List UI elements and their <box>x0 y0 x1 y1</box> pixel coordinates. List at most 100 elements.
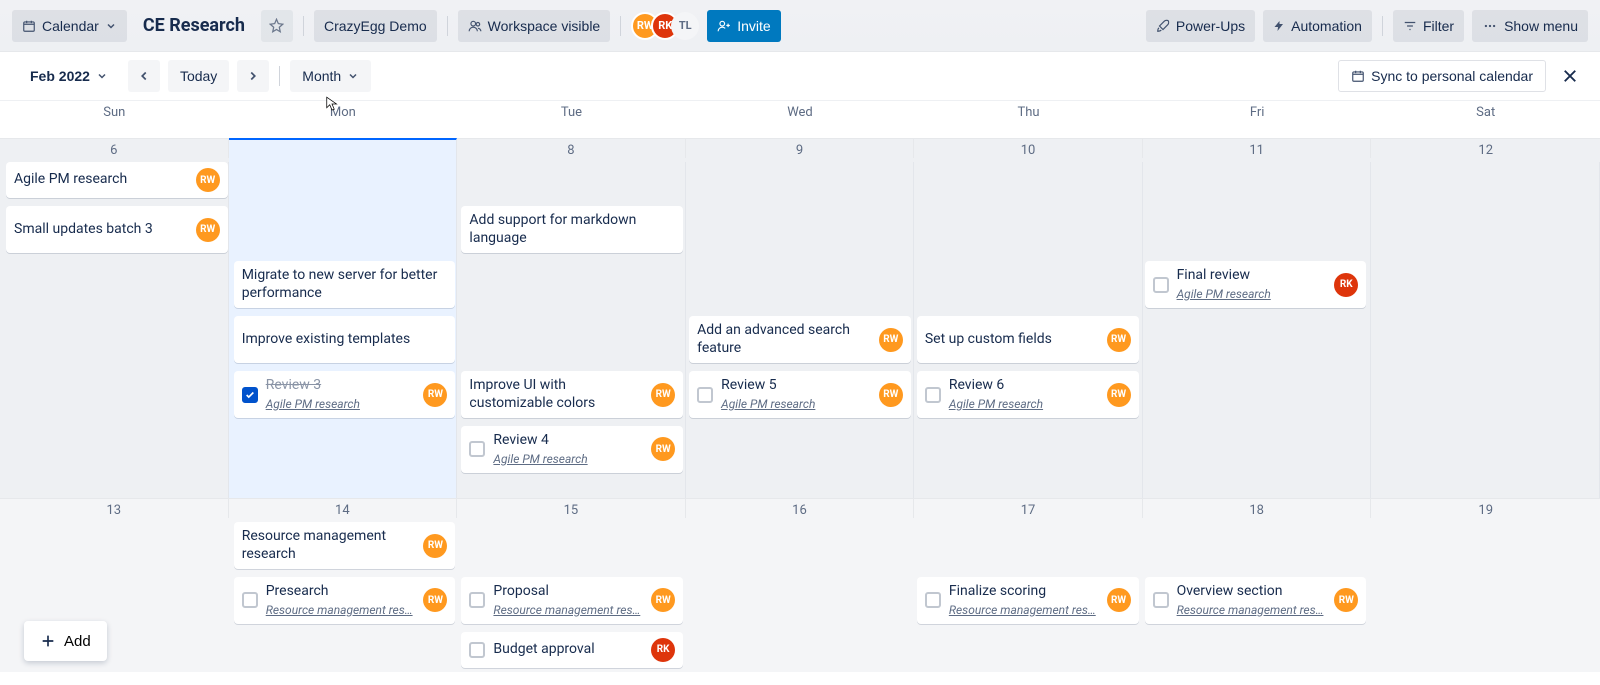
view-switcher[interactable]: Calendar <box>12 10 127 42</box>
org-button[interactable]: CrazyEgg Demo <box>314 10 437 42</box>
board-members[interactable]: RW RK TL <box>631 12 699 40</box>
granularity-picker[interactable]: Month <box>290 60 371 92</box>
event-card[interactable]: Review 4 Agile PM research RW <box>461 426 683 473</box>
calendar-toolbar: Feb 2022 Today Month Sync to personal ca… <box>0 52 1600 100</box>
divider <box>303 16 304 36</box>
date-cell[interactable]: 14 <box>229 498 458 518</box>
checkbox[interactable] <box>925 387 941 403</box>
add-label: Add <box>64 633 91 650</box>
board-title[interactable]: CE Research <box>135 15 253 36</box>
next-period[interactable] <box>237 60 269 92</box>
powerups-button[interactable]: Power-Ups <box>1146 10 1255 42</box>
check-icon <box>245 390 255 400</box>
checkbox-checked[interactable] <box>242 387 258 403</box>
invite-button[interactable]: Invite <box>707 10 780 42</box>
event-list-link[interactable]: Agile PM research <box>949 397 1099 412</box>
event-title: Review 4 Agile PM research <box>493 432 643 467</box>
event-list-link[interactable]: Agile PM research <box>266 397 416 412</box>
divider <box>1382 16 1383 36</box>
event-card[interactable]: Add an advanced search feature RW <box>689 316 911 363</box>
date-cell[interactable]: 12 <box>1371 138 1600 158</box>
workspace-visibility[interactable]: Workspace visible <box>458 10 611 42</box>
divider <box>620 16 621 36</box>
event-title: Add an advanced search feature <box>697 322 871 357</box>
avatar: RK <box>651 638 675 662</box>
granularity-label: Month <box>302 68 341 84</box>
event-title: Migrate to new server for better perform… <box>242 267 448 302</box>
event-card[interactable]: Improve existing templates <box>234 316 456 363</box>
automation-button[interactable]: Automation <box>1263 10 1372 42</box>
sync-label: Sync to personal calendar <box>1371 68 1533 84</box>
avatar: RK <box>1334 273 1358 297</box>
date-cell[interactable]: 10 <box>914 138 1143 158</box>
event-card[interactable]: Resource management research RW <box>234 522 456 569</box>
add-card-button[interactable]: Add <box>24 621 107 661</box>
event-card[interactable]: Proposal Resource management res… RW <box>461 577 683 624</box>
event-card[interactable]: Review 3 Agile PM research RW <box>234 371 456 418</box>
event-list-link[interactable]: Resource management res… <box>266 603 416 618</box>
checkbox[interactable] <box>1153 277 1169 293</box>
event-list-link[interactable]: Resource management res… <box>949 603 1099 618</box>
filter-button[interactable]: Filter <box>1393 10 1464 42</box>
date-cell[interactable]: 16 <box>686 498 915 518</box>
date-cell[interactable]: 8 <box>457 138 686 158</box>
event-card[interactable]: Overview section Resource management res… <box>1145 577 1367 624</box>
event-list-link[interactable]: Resource management res… <box>493 603 643 618</box>
avatar: RW <box>423 588 447 612</box>
event-list-link[interactable]: Agile PM research <box>1177 287 1327 302</box>
today-button[interactable]: Today <box>168 60 229 92</box>
checkbox[interactable] <box>697 387 713 403</box>
date-cell[interactable]: 9 <box>686 138 915 158</box>
checkbox[interactable] <box>242 592 258 608</box>
event-card[interactable]: Presearch Resource management res… RW <box>234 577 456 624</box>
event-card[interactable]: Migrate to new server for better perform… <box>234 261 456 308</box>
event-card[interactable]: Final review Agile PM research RK <box>1145 261 1367 308</box>
sync-calendar-button[interactable]: Sync to personal calendar <box>1338 60 1546 92</box>
close-calendar[interactable] <box>1554 60 1586 92</box>
event-card[interactable]: Budget approval RK <box>461 632 683 668</box>
event-list-link[interactable]: Agile PM research <box>721 397 871 412</box>
checkbox[interactable] <box>925 592 941 608</box>
avatar: RW <box>1334 588 1358 612</box>
rocket-icon <box>1156 19 1170 33</box>
date-cell[interactable]: 19 <box>1371 498 1600 518</box>
checkbox[interactable] <box>469 592 485 608</box>
star-button[interactable] <box>261 10 293 42</box>
avatar: RW <box>651 588 675 612</box>
event-title: Small updates batch 3 <box>14 221 188 239</box>
date-cell[interactable]: 17 <box>914 498 1143 518</box>
weekday-header: Sun Mon Tue Wed Thu Fri Sat <box>0 100 1600 126</box>
view-switcher-label: Calendar <box>42 18 99 34</box>
date-cell[interactable]: 15 <box>457 498 686 518</box>
event-title: Improve existing templates <box>242 331 448 349</box>
event-card[interactable]: Improve UI with customizable colors RW <box>461 371 683 418</box>
today-label: Today <box>180 68 217 84</box>
automation-label: Automation <box>1291 18 1362 34</box>
week-row: 13 14 15 16 17 18 19 Resource management… <box>0 498 1600 672</box>
date-cell[interactable]: 13 <box>0 498 229 518</box>
checkbox[interactable] <box>469 642 485 658</box>
plus-icon <box>40 633 56 649</box>
event-card[interactable]: Set up custom fields RW <box>917 316 1139 363</box>
date-cell[interactable]: 18 <box>1143 498 1372 518</box>
show-menu-button[interactable]: Show menu <box>1472 10 1588 42</box>
event-list-link[interactable]: Resource management res… <box>1177 603 1327 618</box>
date-cell-today[interactable]: 7 <box>229 138 458 158</box>
prev-period[interactable] <box>128 60 160 92</box>
event-card[interactable]: Small updates batch 3 RW <box>6 206 228 253</box>
event-card[interactable]: Review 5 Agile PM research RW <box>689 371 911 418</box>
event-card[interactable]: Agile PM research RW <box>6 162 228 198</box>
event-card[interactable]: Add support for markdown language <box>461 206 683 253</box>
checkbox[interactable] <box>1153 592 1169 608</box>
chevron-down-icon <box>347 70 359 82</box>
date-cell[interactable]: 11 <box>1143 138 1372 158</box>
event-list-link[interactable]: Agile PM research <box>493 452 643 467</box>
workspace-visibility-label: Workspace visible <box>488 18 601 34</box>
event-card[interactable]: Finalize scoring Resource management res… <box>917 577 1139 624</box>
checkbox[interactable] <box>469 441 485 457</box>
calendar-body: 6 7 8 9 10 11 12 Agile PM research RW Sm… <box>0 126 1600 685</box>
date-cell[interactable]: 6 <box>0 138 229 158</box>
avatar[interactable]: TL <box>671 12 699 40</box>
month-picker[interactable]: Feb 2022 <box>14 60 120 92</box>
event-card[interactable]: Review 6 Agile PM research RW <box>917 371 1139 418</box>
